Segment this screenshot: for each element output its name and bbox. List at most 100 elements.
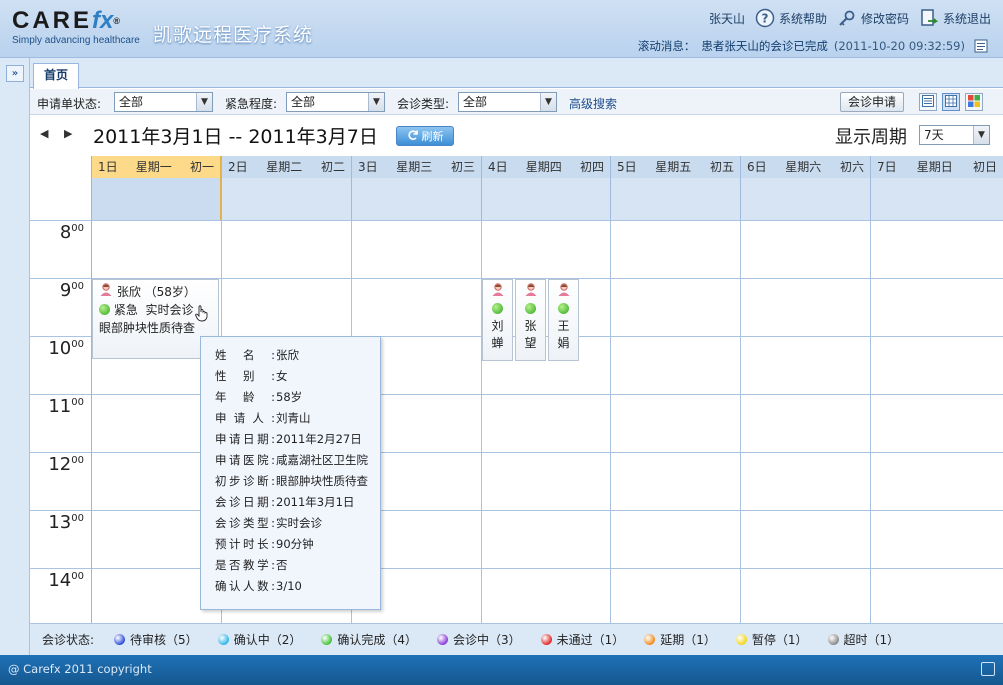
day-lunar: 初二 [320, 160, 345, 174]
all-day-slot[interactable] [871, 178, 1003, 220]
status-legend-item[interactable]: 确认完成（4） [321, 631, 417, 648]
status-legend-item[interactable]: 暂停（1） [735, 631, 808, 648]
refresh-icon [407, 129, 419, 144]
status-legend-item[interactable]: 会诊中（3） [436, 631, 521, 648]
prev-week-arrow-icon[interactable]: ◀ [40, 127, 48, 140]
hour-label: 1300 [48, 512, 84, 533]
status-dot-confirmed [525, 303, 536, 314]
chevron-down-icon: ▼ [196, 93, 212, 111]
week-calendar: 1日 星期一 初一 2日 星期二 初二 3日 星期三 初三 4日 星期四 初四 5日 星期五 初五 6日 星期六… [30, 156, 1003, 623]
all-day-slot[interactable] [92, 178, 220, 220]
status-dot-icon [114, 634, 126, 645]
status-legend-item[interactable]: 超时（1） [827, 631, 899, 648]
all-day-slot[interactable] [482, 178, 610, 220]
status-legend-item[interactable]: 确认中（2） [217, 631, 301, 648]
urgency-filter-select[interactable]: 全部 ▼ [286, 92, 385, 112]
period-select[interactable]: 7天 ▼ [919, 125, 990, 145]
day-weekday: 星期一 [135, 160, 172, 174]
day-date: 6日 [747, 160, 767, 174]
status-dot-confirmed [558, 303, 569, 314]
female-patient-icon [516, 283, 545, 301]
status-filter-select[interactable]: 全部 ▼ [114, 92, 213, 112]
all-day-slot[interactable] [352, 178, 481, 220]
day-column-divider [870, 220, 871, 623]
list-view-button[interactable] [919, 93, 937, 111]
tooltip-row: 初步诊断: 眼部肿块性质待查 [215, 474, 368, 488]
type-filter-label: 会诊类型: [397, 97, 450, 111]
tooltip-row: 年龄: 58岁 [215, 390, 303, 404]
tab-bar: 首页 [30, 58, 1003, 89]
hour-divider [30, 452, 1003, 453]
calendar-grid-icon [945, 94, 957, 110]
consultation-event-small[interactable]: 刘 蝉 [482, 279, 513, 361]
day-column-divider [740, 220, 741, 623]
logout-link[interactable]: 系统退出 [919, 8, 991, 28]
status-dot-icon [827, 634, 839, 645]
next-week-arrow-icon[interactable]: ▶ [64, 127, 72, 140]
tab-home[interactable]: 首页 [33, 63, 79, 89]
day-header-6: 6日 星期六 初六 [740, 156, 870, 220]
hour-label: 900 [59, 280, 84, 301]
status-legend-item[interactable]: 未通过（1） [540, 631, 624, 648]
hour-label: 1400 [48, 570, 84, 591]
type-filter-select[interactable]: 全部 ▼ [458, 92, 557, 112]
tile-view-button[interactable] [965, 93, 983, 111]
message-list-icon[interactable] [971, 36, 991, 56]
date-range-title: 2011年3月1日 -- 2011年3月7日 [93, 126, 378, 148]
all-day-slot[interactable] [741, 178, 870, 220]
hour-label: 1100 [48, 396, 84, 417]
tooltip-row: 申请医院: 咸嘉湖社区卫生院 [215, 453, 368, 467]
day-weekday: 星期六 [785, 160, 822, 174]
all-day-slot[interactable] [611, 178, 740, 220]
day-header-5: 5日 星期五 初五 [610, 156, 740, 220]
status-dot-confirmed [492, 303, 503, 314]
female-patient-icon [549, 283, 578, 301]
day-lunar: 初日 [972, 160, 997, 174]
hand-cursor-icon [194, 304, 210, 327]
week-view-button[interactable] [942, 93, 960, 111]
day-lunar: 初六 [839, 160, 864, 174]
day-lunar: 初四 [579, 160, 604, 174]
expand-sidebar-button[interactable]: » [6, 65, 24, 82]
refresh-button[interactable]: 刷新 [396, 126, 454, 146]
day-date: 3日 [358, 160, 378, 174]
logout-icon [919, 8, 939, 28]
status-dot-icon [321, 634, 333, 645]
advanced-search-link[interactable]: 高级搜索 [569, 95, 617, 112]
day-lunar: 初三 [450, 160, 475, 174]
day-weekday: 星期日 [916, 160, 953, 174]
hour-label: 1200 [48, 454, 84, 475]
consultation-event-small[interactable]: 王 娟 [548, 279, 579, 361]
status-dot-icon [735, 634, 747, 645]
hour-divider [30, 220, 1003, 221]
key-icon [837, 8, 857, 28]
consultation-event-small[interactable]: 张 望 [515, 279, 546, 361]
consultation-apply-button[interactable]: 会诊申请 [840, 92, 904, 112]
window-restore-icon[interactable] [981, 662, 995, 676]
status-legend-item[interactable]: 待审核（5） [114, 631, 198, 648]
day-date: 7日 [877, 160, 897, 174]
help-link[interactable]: ? 系统帮助 [755, 8, 827, 28]
day-weekday: 星期四 [525, 160, 562, 174]
female-patient-icon [99, 283, 113, 299]
status-dot-icon [436, 634, 448, 645]
change-password-link[interactable]: 修改密码 [837, 8, 909, 28]
hour-label: 800 [59, 222, 84, 243]
chevron-down-icon: ▼ [540, 93, 556, 111]
tile-view-icon [968, 94, 980, 110]
hour-divider [30, 510, 1003, 511]
status-legend-item[interactable]: 延期（1） [644, 631, 716, 648]
day-date: 4日 [488, 160, 508, 174]
day-header-7: 7日 星期日 初日 [870, 156, 1003, 220]
date-range-bar: ◀ ▶ 2011年3月1日 -- 2011年3月7日 刷新 显示周期 7天 ▼ [30, 116, 1003, 156]
tooltip-row: 性别: 女 [215, 369, 288, 383]
all-day-slot[interactable] [222, 178, 351, 220]
list-view-icon [922, 94, 934, 110]
hour-divider [30, 568, 1003, 569]
status-legend-bar: 会诊状态: 待审核（5） 确认中（2） 确认完成（4） 会诊中（3） 未通过（1） 延期（… [30, 623, 1003, 655]
status-dot-confirmed [99, 304, 110, 315]
tooltip-row: 会诊日期: 2011年3月1日 [215, 495, 355, 509]
hour-label: 1000 [48, 338, 84, 359]
event-detail-tooltip: 姓名: 张欣 性别: 女年龄: 58岁 申请人: 刘青山 申请日期: 2011年2月27日 申请医… [200, 336, 381, 610]
day-header-3: 3日 星期三 初三 [351, 156, 481, 220]
